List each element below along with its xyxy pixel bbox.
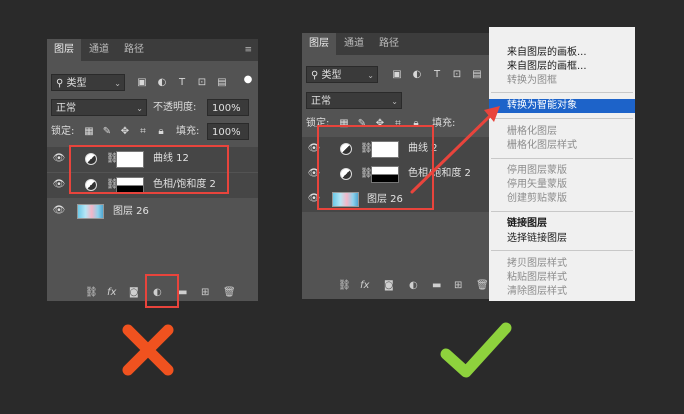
- green-check-icon: [440, 322, 512, 378]
- red-x-icon: [122, 324, 174, 376]
- annotation-arrow-icon: [410, 106, 500, 194]
